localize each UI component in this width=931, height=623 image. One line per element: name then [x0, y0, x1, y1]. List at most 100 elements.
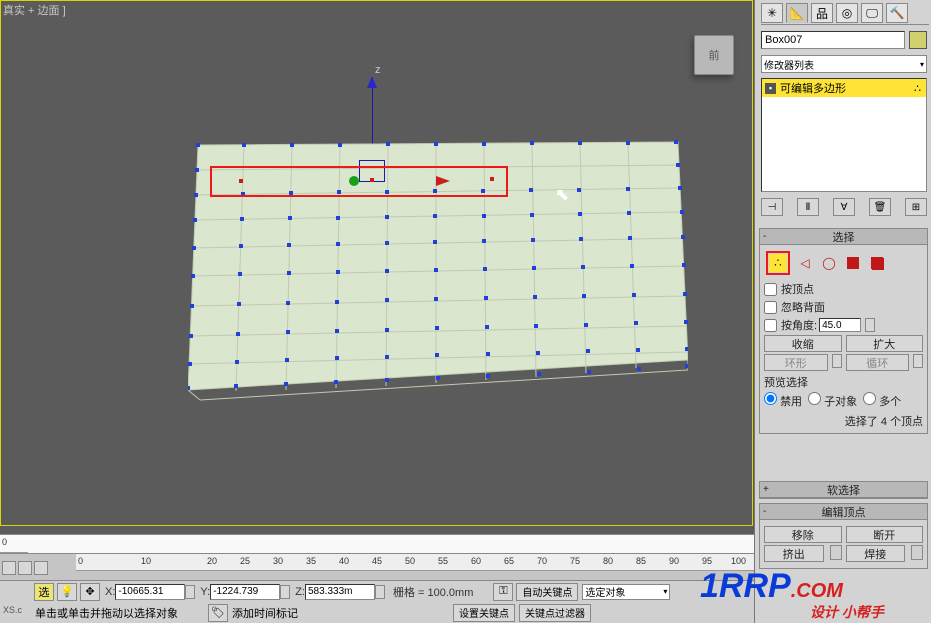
- tick-label: 55: [438, 556, 448, 566]
- loop-button[interactable]: 循环: [846, 354, 910, 371]
- edge-subobj-button[interactable]: ◁: [796, 254, 814, 272]
- break-button[interactable]: 断开: [846, 526, 924, 543]
- vertex-subobj-button[interactable]: ∴: [769, 254, 787, 272]
- tick-label: 25: [240, 556, 250, 566]
- tick-label: 35: [306, 556, 316, 566]
- tick-label: 65: [504, 556, 514, 566]
- expand-icon[interactable]: +: [763, 484, 769, 495]
- expand-icon[interactable]: ▪: [765, 83, 776, 94]
- polygon-subobj-button[interactable]: [844, 254, 862, 272]
- rollout-header[interactable]: - 编辑顶点: [760, 504, 927, 520]
- rollout-title: 选择: [833, 229, 855, 245]
- sel-mode-button[interactable]: 选: [34, 583, 54, 601]
- timeline-btn[interactable]: [18, 561, 32, 575]
- modifier-item-label: 可编辑多边形: [780, 80, 846, 96]
- tick-label: 80: [603, 556, 613, 566]
- axis-z-label: z: [375, 64, 381, 76]
- utilities-tab-icon[interactable]: 🔨: [886, 3, 908, 23]
- modifier-item[interactable]: ▪ 可编辑多边形 ∴: [762, 79, 926, 97]
- modifier-list-dropdown[interactable]: 修改器列表: [761, 55, 927, 73]
- preview-subobj-radio[interactable]: 子对象: [808, 392, 857, 409]
- remove-mod-button[interactable]: 🗑: [869, 198, 891, 216]
- grid-label: 栅格 = 100.0mm: [393, 584, 473, 600]
- preview-multi-radio[interactable]: 多个: [863, 392, 901, 409]
- selected-vertex[interactable]: [490, 177, 494, 181]
- stack-toolbar: ⊣ Ⅱ ∀ 🗑 ⊞: [761, 198, 927, 218]
- timeline[interactable]: 0 10 20 25 30 35 40 45 50 55 60 65 70 75…: [0, 553, 754, 580]
- selected-vertex[interactable]: [239, 179, 243, 183]
- configure-button[interactable]: ⊞: [905, 198, 927, 216]
- tick-label: 30: [273, 556, 283, 566]
- time-scrubber[interactable]: 0: [0, 534, 754, 553]
- time-tag-label: 添加时间标记: [232, 605, 298, 621]
- preview-label: 预览选择: [764, 374, 923, 390]
- tick-label: 75: [570, 556, 580, 566]
- modifier-stack[interactable]: ▪ 可编辑多边形 ∴: [761, 78, 927, 192]
- panel-tabs: ✳ 📐 品 ◎ 🖵 🔨: [761, 3, 929, 25]
- timeline-btn[interactable]: [2, 561, 16, 575]
- x-input[interactable]: [115, 584, 185, 600]
- ring-button[interactable]: 环形: [764, 354, 828, 371]
- unique-button[interactable]: ∀: [833, 198, 855, 216]
- selected-obj-dropdown[interactable]: 选定对象: [582, 584, 670, 600]
- extrude-button[interactable]: 挤出: [764, 545, 824, 562]
- angle-input[interactable]: [819, 318, 861, 332]
- modify-tab-icon[interactable]: 📐: [786, 3, 808, 23]
- soft-selection-rollout: + 软选择: [759, 481, 928, 499]
- tick-label: 70: [537, 556, 547, 566]
- selection-info: 选择了 4 个顶点: [764, 413, 923, 429]
- z-input[interactable]: [305, 584, 375, 600]
- motion-tab-icon[interactable]: ◎: [836, 3, 858, 23]
- y-input[interactable]: [210, 584, 280, 600]
- y-spinner[interactable]: [280, 585, 290, 599]
- weld-button[interactable]: 焊接: [846, 545, 906, 562]
- remove-button[interactable]: 移除: [764, 526, 842, 543]
- tick-label: 85: [636, 556, 646, 566]
- auto-key-button[interactable]: 自动关键点: [516, 583, 578, 601]
- viewcube[interactable]: 前: [694, 35, 734, 75]
- command-panel: ✳ 📐 品 ◎ 🖵 🔨 修改器列表 ▪ 可编辑多边形 ∴ ⊣ Ⅱ ∀ 🗑 ⊞ -…: [754, 0, 931, 623]
- set-key-button[interactable]: 设置关键点: [453, 604, 515, 622]
- x-spinner[interactable]: [185, 585, 195, 599]
- tick-label: 10: [141, 556, 151, 566]
- create-tab-icon[interactable]: ✳: [761, 3, 783, 23]
- ignore-back-checkbox[interactable]: 忽略背面: [764, 299, 923, 315]
- hierarchy-tab-icon[interactable]: 品: [811, 3, 833, 23]
- grow-button[interactable]: 扩大: [846, 335, 924, 352]
- preview-off-radio[interactable]: 禁用: [764, 392, 802, 409]
- key-filter-button[interactable]: 关键点过滤器: [519, 604, 591, 622]
- shrink-button[interactable]: 收缩: [764, 335, 842, 352]
- by-vertex-checkbox[interactable]: 按顶点: [764, 281, 923, 297]
- time-tag-button[interactable]: 🏷: [208, 604, 228, 622]
- element-subobj-button[interactable]: [868, 254, 886, 272]
- object-name-input[interactable]: [761, 31, 905, 49]
- watermark-sub: 设计 小帮手: [810, 602, 884, 622]
- selected-vertex[interactable]: [370, 178, 374, 182]
- angle-spinner[interactable]: [865, 318, 875, 332]
- weld-settings-button[interactable]: [911, 545, 923, 560]
- pin-stack-button[interactable]: ⊣: [761, 198, 783, 216]
- z-spinner[interactable]: [375, 585, 385, 599]
- ring-spinner[interactable]: [832, 354, 842, 368]
- viewport-title: 真实 + 边面 ]: [3, 2, 66, 18]
- extrude-settings-button[interactable]: [830, 545, 842, 560]
- rollout-header[interactable]: - 选择: [760, 229, 927, 245]
- display-tab-icon[interactable]: 🖵: [861, 3, 883, 23]
- show-end-button[interactable]: Ⅱ: [797, 198, 819, 216]
- viewport[interactable]: 真实 + 边面 ] 前 z: [0, 0, 754, 580]
- collapse-icon[interactable]: -: [763, 231, 766, 242]
- tick-label: 45: [372, 556, 382, 566]
- time-ruler[interactable]: 0 10 20 25 30 35 40 45 50 55 60 65 70 75…: [76, 554, 754, 571]
- object-color-swatch[interactable]: [909, 31, 927, 49]
- border-subobj-button[interactable]: ◯: [820, 254, 838, 272]
- by-angle-checkbox[interactable]: 按角度:: [764, 317, 923, 333]
- sel-lock-button[interactable]: 💡: [57, 583, 77, 601]
- tick-label: 90: [669, 556, 679, 566]
- key-icon[interactable]: ⚿: [493, 583, 513, 601]
- collapse-icon[interactable]: -: [763, 506, 766, 517]
- rollout-header[interactable]: + 软选择: [760, 482, 927, 498]
- selection-rollout: - 选择 ∴ ◁ ◯ 按顶点 忽略背面 按角度:: [759, 228, 928, 434]
- coord-mode-button[interactable]: ✥: [80, 583, 100, 601]
- loop-spinner[interactable]: [913, 354, 923, 368]
- timeline-btn[interactable]: [34, 561, 48, 575]
